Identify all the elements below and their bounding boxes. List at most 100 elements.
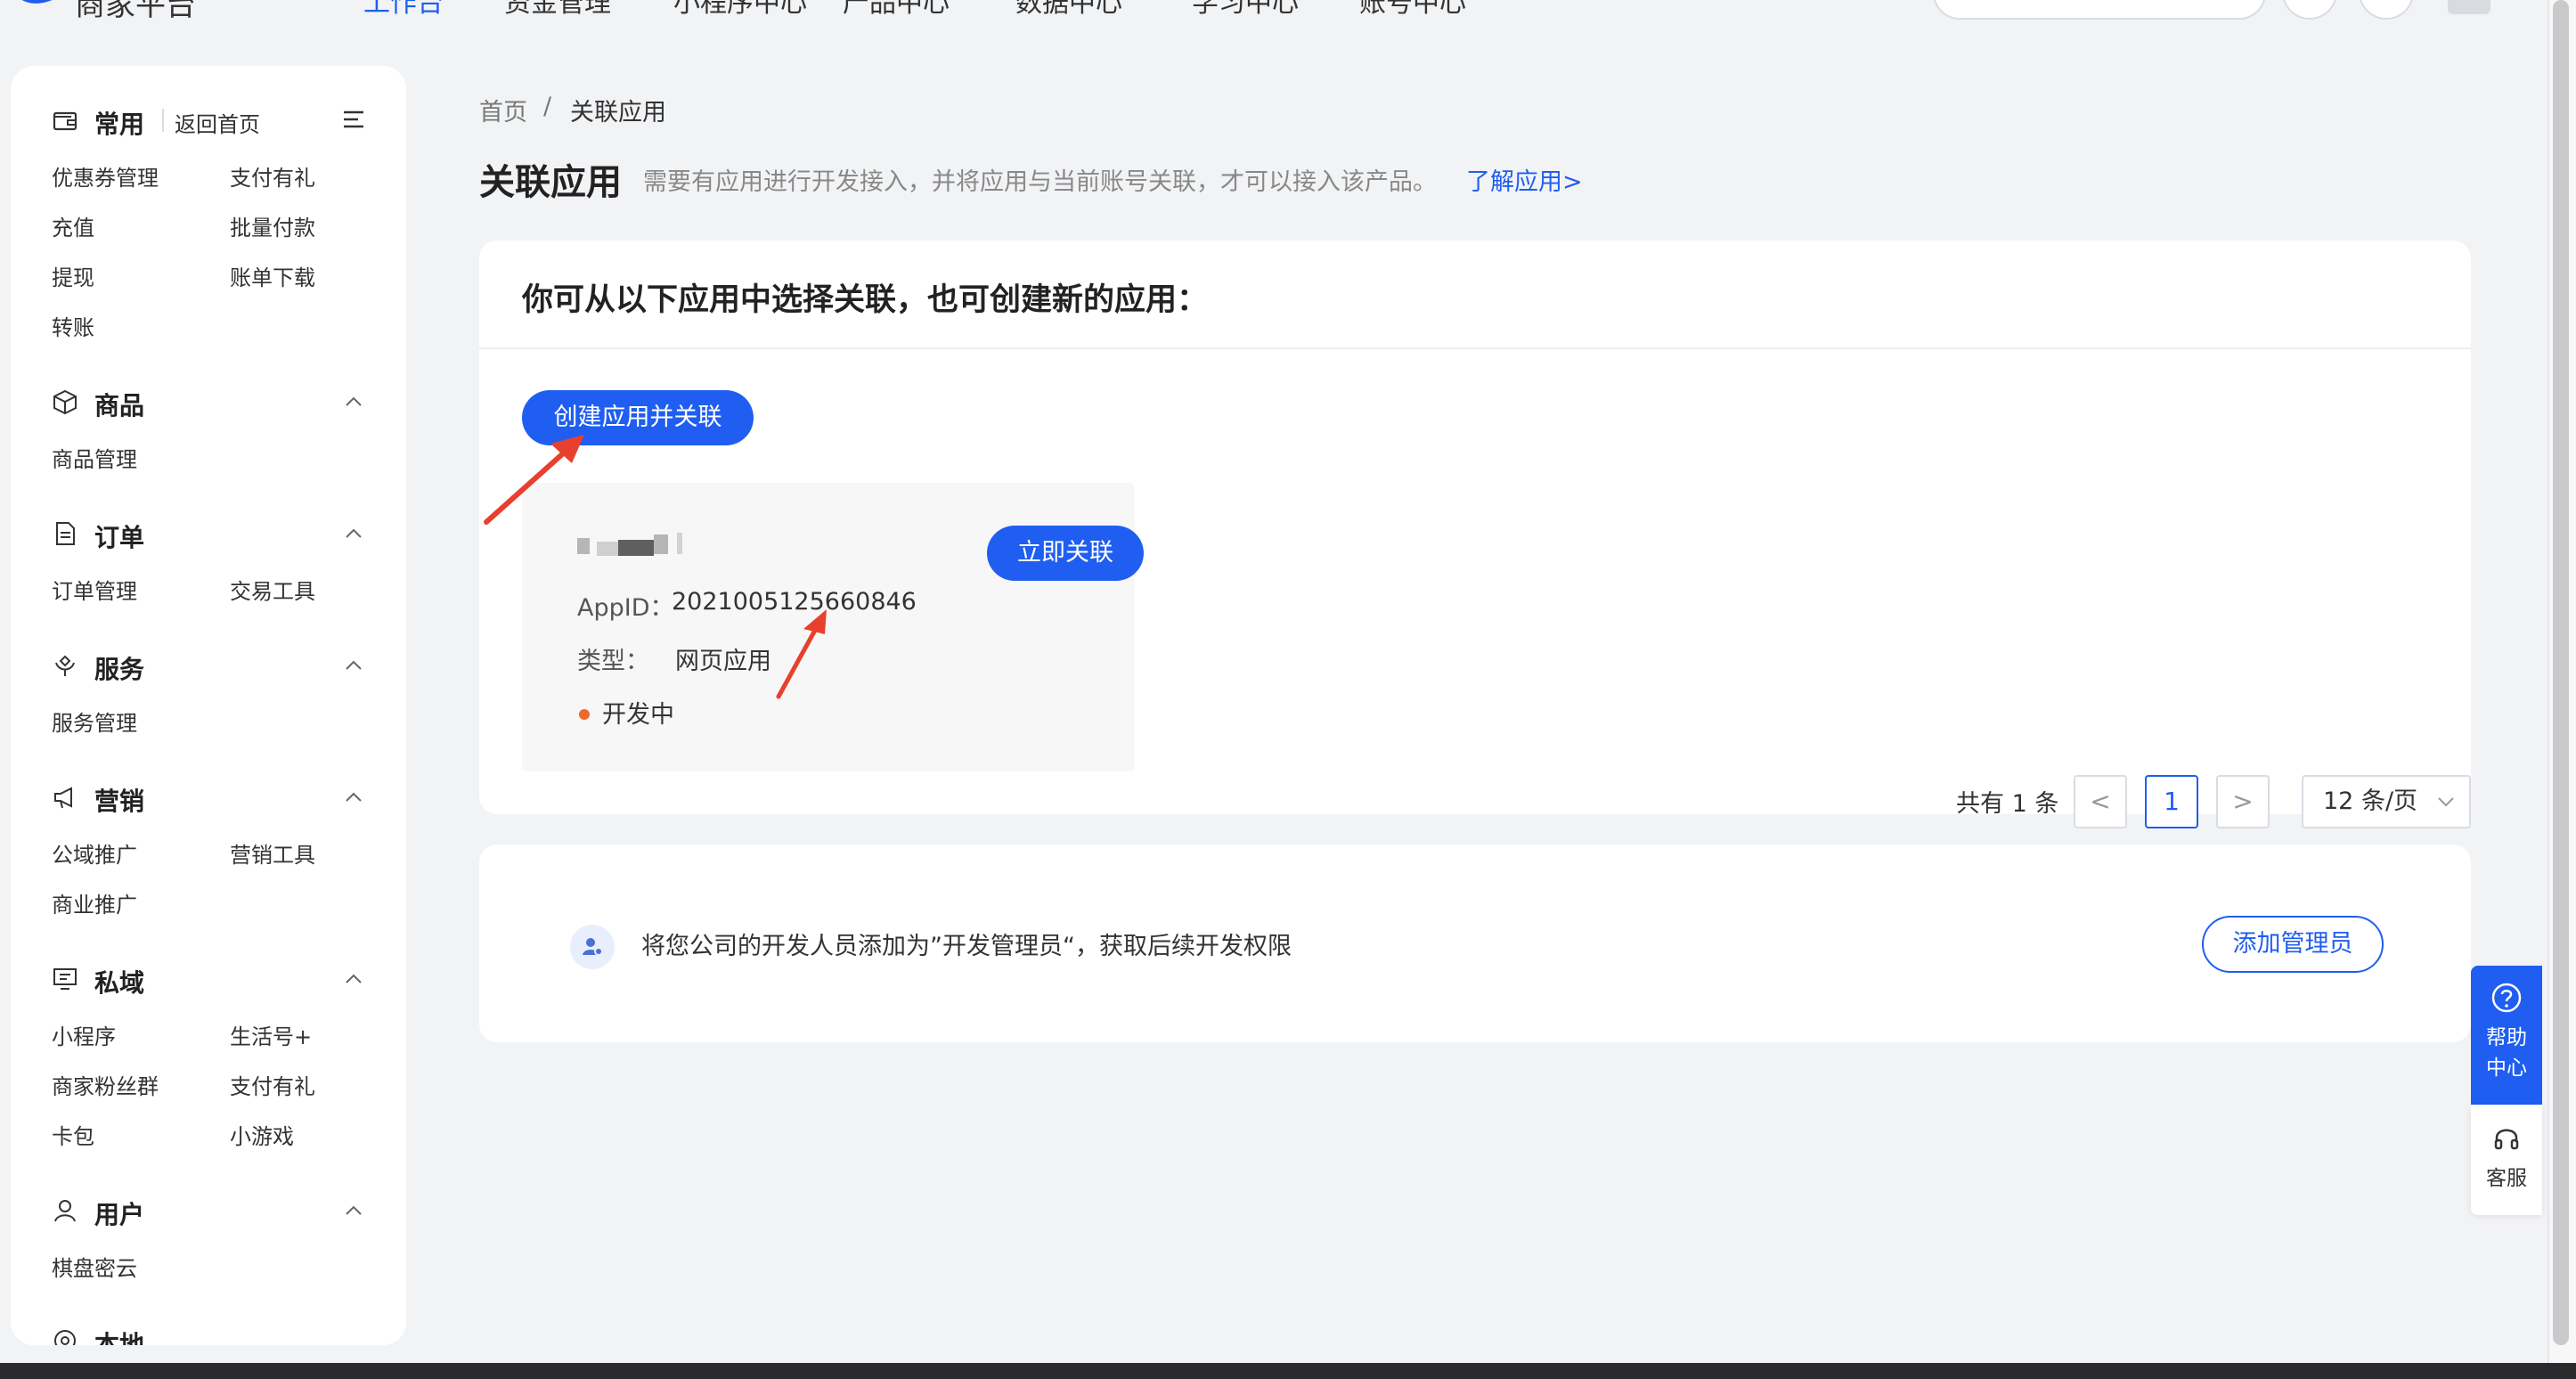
sidebar-group-orders[interactable]: 订单 (94, 518, 144, 554)
service-icon (55, 655, 75, 676)
brand-name[interactable]: 商家平台 (75, 0, 196, 20)
message-icon[interactable] (2282, 0, 2337, 20)
sidebar-group-marketing[interactable]: 营销 (94, 782, 144, 818)
add-admin-button[interactable]: 添加管理员 (2202, 916, 2384, 973)
question-circle-icon (2491, 983, 2522, 1013)
appid-label: AppID： (577, 594, 674, 622)
admin-user-icon (570, 925, 615, 969)
learn-app-link[interactable]: 了解应用> (1466, 162, 1583, 197)
chevron-up-icon[interactable] (344, 1201, 363, 1220)
sidebar-item-batch-pay[interactable]: 批量付款 (230, 210, 315, 241)
breadcrumb-home[interactable]: 首页 (479, 93, 527, 127)
sidebar-item-card-wallet[interactable]: 卡包 (52, 1119, 94, 1150)
breadcrumb-separator: / (543, 93, 552, 120)
scrollbar-thumb[interactable] (2553, 0, 2569, 1345)
pagination-prev-button[interactable]: < (2074, 775, 2127, 828)
user-icon (54, 1200, 76, 1222)
sidebar-item-mini-program[interactable]: 小程序 (52, 1019, 116, 1050)
headset-icon (2494, 1129, 2519, 1150)
help-center-label-2: 中心 (2486, 1057, 2527, 1080)
sidebar-group-local[interactable]: 本地 (94, 1326, 144, 1345)
nav-item-account[interactable]: 账号中心 (1359, 0, 1466, 20)
sidebar-group-products[interactable]: 商品 (94, 387, 144, 422)
sidebar-item-transfer[interactable]: 转账 (52, 310, 94, 341)
sidebar-item-trade-tools[interactable]: 交易工具 (230, 574, 315, 605)
sidebar-item-order-manage[interactable]: 订单管理 (52, 574, 137, 605)
page-title: 关联应用 (479, 162, 622, 203)
app-status: 开发中 (602, 701, 674, 729)
chevron-up-icon[interactable] (344, 969, 363, 989)
sidebar-group-services[interactable]: 服务 (94, 650, 144, 686)
sidebar-item-coupon[interactable]: 优惠券管理 (52, 160, 159, 192)
page-size-value: 12 条/页 (2323, 787, 2418, 815)
sidebar-item-withdraw[interactable]: 提现 (52, 260, 94, 291)
customer-service-label: 客服 (2486, 1167, 2527, 1190)
pagination-page-1[interactable]: 1 (2145, 775, 2198, 828)
help-circle-icon[interactable] (2359, 0, 2414, 20)
app-type-value: 网页应用 (675, 648, 771, 675)
sidebar-item-business-promo[interactable]: 商业推广 (52, 887, 137, 918)
redaction-block (618, 540, 654, 556)
redaction-block (677, 533, 682, 554)
sidebar-item-public-promo[interactable]: 公域推广 (52, 837, 137, 869)
search-input[interactable] (1933, 0, 2266, 20)
create-app-button[interactable]: 创建应用并关联 (522, 390, 754, 445)
sidebar-item-pay-gift[interactable]: 支付有礼 (230, 160, 315, 192)
sidebar-group-users[interactable]: 用户 (94, 1195, 144, 1231)
sidebar-group-private[interactable]: 私域 (94, 964, 144, 1000)
wallet-icon (53, 111, 77, 131)
sidebar-item-marketing-tools[interactable]: 营销工具 (230, 837, 315, 869)
box-icon (53, 389, 77, 415)
sidebar-item-mini-game[interactable]: 小游戏 (230, 1119, 294, 1150)
monitor-icon (53, 968, 77, 990)
chevron-up-icon[interactable] (344, 524, 363, 543)
chevron-down-icon (2438, 797, 2454, 807)
sidebar-item-bill-download[interactable]: 账单下载 (230, 260, 315, 291)
menu-collapse-icon[interactable] (342, 109, 365, 132)
pagination-next-button[interactable]: > (2216, 775, 2270, 828)
sidebar-item-product-manage[interactable]: 商品管理 (52, 442, 137, 473)
app-card[interactable]: AppID： 2021005125660846 类型： 网页应用 开发中 立即关… (522, 483, 1144, 771)
sidebar-item-service-manage[interactable]: 服务管理 (52, 706, 137, 737)
back-home-link[interactable]: 返回首页 (175, 107, 260, 138)
megaphone-icon (54, 787, 72, 809)
chevron-up-icon[interactable] (344, 787, 363, 807)
sidebar-item-fan-group[interactable]: 商家粉丝群 (52, 1069, 159, 1100)
admin-tip-card: 将您公司的开发人员添加为”开发管理员“，获取后续开发权限 添加管理员 (479, 845, 2471, 1042)
app-type-label: 类型： (577, 648, 649, 675)
top-navigation-bar: 商家平台 工作台 资金管理 小程序中心 产品中心 数据中心 学习中心 账号中心 (0, 0, 2547, 20)
nav-item-learning[interactable]: 学习中心 (1192, 0, 1299, 20)
breadcrumb-current: 关联应用 (570, 99, 666, 126)
app-name-redacted (577, 529, 702, 561)
nav-item-data[interactable]: 数据中心 (1015, 0, 1122, 20)
page-description: 需要有应用进行开发接入，并将应用与当前账号关联，才可以接入该产品。 (643, 168, 1437, 196)
help-center-button[interactable]: 帮助 中心 (2471, 966, 2542, 1105)
sidebar-item-pay-gift-2[interactable]: 支付有礼 (230, 1069, 315, 1100)
chevron-up-icon[interactable] (344, 656, 363, 675)
redaction-block (654, 534, 668, 554)
nav-item-funds[interactable]: 资金管理 (504, 0, 611, 20)
document-icon (56, 522, 75, 545)
help-center-label-1: 帮助 (2486, 1026, 2527, 1049)
redaction-block (577, 538, 590, 554)
admin-tip-text: 将您公司的开发人员添加为”开发管理员“，获取后续开发权限 (641, 933, 1292, 960)
customer-service-button[interactable]: 客服 (2471, 1105, 2542, 1215)
appid-value: 2021005125660846 (672, 588, 917, 616)
divider (162, 109, 164, 132)
nav-item-workbench[interactable]: 工作台 (363, 0, 444, 20)
sidebar-group-common[interactable]: 常用 (94, 105, 144, 141)
sidebar-item-user-item[interactable]: 棋盘密云 (52, 1251, 137, 1282)
sidebar-item-recharge[interactable]: 充值 (52, 210, 94, 241)
nav-item-miniprogram[interactable]: 小程序中心 (673, 0, 807, 20)
page-size-select[interactable]: 12 条/页 (2302, 775, 2471, 828)
status-dot (579, 709, 590, 720)
sidebar-item-life-account[interactable]: 生活号+ (230, 1019, 312, 1050)
redaction-block (597, 542, 618, 556)
pagination-total: 共有 1 条 (1956, 790, 2059, 818)
chevron-up-icon[interactable] (344, 392, 363, 412)
nav-item-products[interactable]: 产品中心 (843, 0, 950, 20)
avatar[interactable] (2448, 0, 2490, 14)
link-now-button[interactable]: 立即关联 (987, 526, 1144, 581)
logo-icon (22, 0, 53, 4)
card-title: 你可从以下应用中选择关联，也可创建新的应用： (522, 282, 1209, 318)
